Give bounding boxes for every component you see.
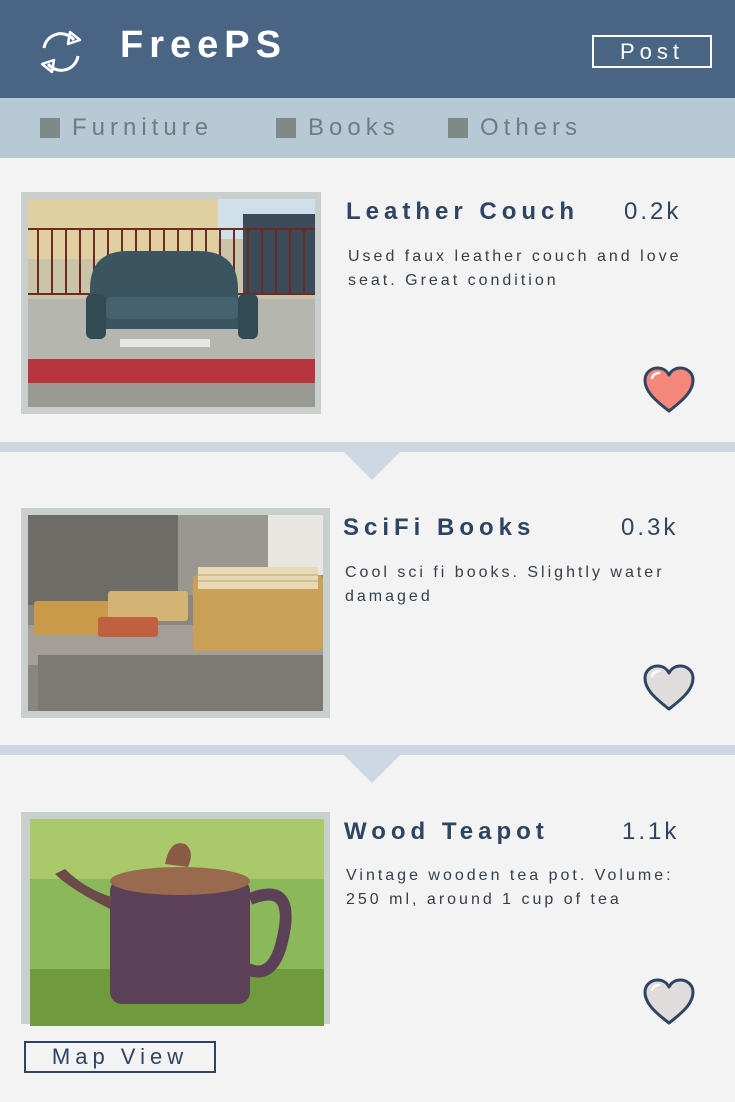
heart-icon[interactable] [642,366,696,414]
listing-description: Vintage wooden tea pot. Volume: 250 ml, … [346,867,674,908]
filter-furniture[interactable]: Furniture [40,113,213,143]
post-button[interactable]: Post [592,35,712,68]
filter-label: Furniture [72,114,214,141]
heart-icon[interactable] [642,978,696,1026]
listing-title[interactable]: SciFi Books [343,514,535,542]
app-header: FreePS Post [0,0,735,98]
divider-notch [344,755,400,783]
filter-checkbox[interactable] [448,118,468,138]
listing-divider [0,745,735,755]
map-view-button[interactable]: Map View [24,1041,216,1073]
listing-description: Used faux leather couch and love seat. G… [348,248,682,289]
filter-label: Others [480,114,583,141]
filter-checkbox[interactable] [40,118,60,138]
listing-count: 0.3k [621,514,679,541]
filter-books[interactable]: Books [276,113,400,143]
filter-label: Books [308,114,400,141]
listing-count: 1.1k [622,818,680,845]
divider-notch [344,452,400,480]
listing-image-teapot[interactable] [30,819,324,1026]
app-title: FreePS [120,24,287,66]
listing-image-couch[interactable] [28,199,315,407]
listing-title[interactable]: Wood Teapot [344,818,549,846]
heart-icon[interactable] [642,664,696,712]
listing-count: 0.2k [624,198,682,225]
filter-checkbox[interactable] [276,118,296,138]
category-filter-bar: Furniture Books Others [0,98,735,158]
refresh-icon[interactable] [38,28,84,76]
listing-description: Cool sci fi books. Slightly water damage… [345,564,665,605]
filter-others[interactable]: Others [448,113,582,143]
listing-divider [0,442,735,452]
listing-image-books[interactable] [28,515,323,711]
listing-title[interactable]: Leather Couch [346,198,579,226]
